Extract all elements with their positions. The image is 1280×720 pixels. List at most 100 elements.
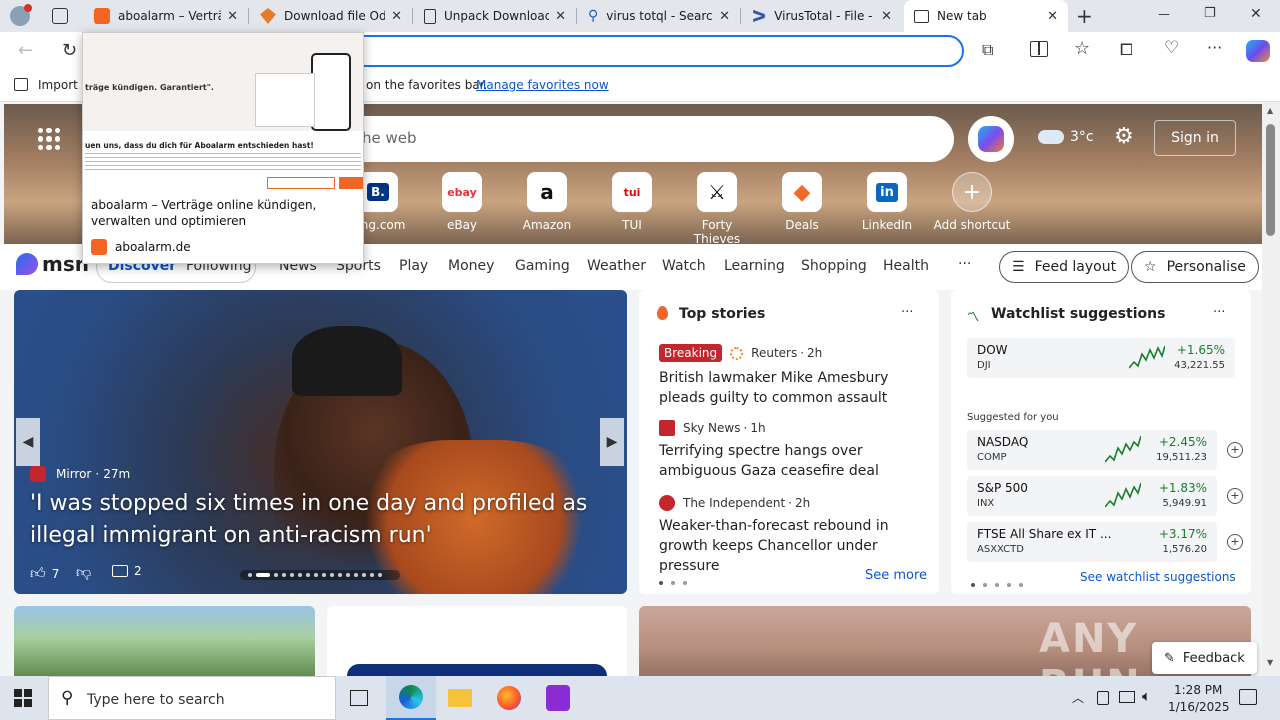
address-bar[interactable] [340,35,964,67]
page-scrollbar[interactable]: ▲ ▼ [1262,102,1280,676]
web-search-box[interactable]: he web [334,116,954,162]
split-screen-icon[interactable] [1030,41,1048,57]
feedback-button[interactable]: ✎ Feedback [1152,642,1257,674]
edge-taskbar-icon[interactable] [386,676,436,720]
tab-unpack-download[interactable]: Unpack Download ✕ [414,0,576,32]
file-explorer-icon[interactable] [448,689,472,707]
windows-start-icon[interactable] [14,689,32,707]
refresh-icon[interactable]: ↻ [62,40,77,61]
close-icon[interactable]: ✕ [881,9,892,24]
firefox-icon[interactable] [497,686,521,710]
clock-date[interactable]: 1/16/2025 [1168,700,1230,714]
personalise-button[interactable]: ☆ Personalise [1131,251,1259,283]
sign-in-button[interactable]: Sign in [1154,120,1236,156]
nav-learning[interactable]: Learning [724,258,785,274]
back-icon[interactable]: ← [18,40,33,61]
restore-button[interactable]: ❐ [1204,6,1216,21]
close-icon[interactable]: ✕ [555,9,566,24]
shortcut-add[interactable]: + Add shortcut [932,172,1012,232]
notification-icon[interactable] [1239,689,1257,705]
tab-hover-preview[interactable]: träge kündigen. Garantiert". uen uns, da… [82,32,364,264]
copilot-button[interactable] [968,116,1014,162]
shortcut-forty-thieves[interactable]: ⚔ Forty Thieves [677,172,757,246]
nav-health[interactable]: Health [883,258,929,274]
close-icon[interactable]: ✕ [227,9,238,24]
apps-launcher-icon[interactable] [38,128,60,150]
scroll-up-icon[interactable]: ▲ [1267,106,1273,115]
story-card[interactable] [14,606,315,676]
feature-headline[interactable]: 'I was stopped six times in one day and … [30,488,610,552]
add-to-watchlist-icon[interactable]: + [1227,488,1243,504]
msn-logo[interactable]: msn [16,252,89,276]
tab-download-file[interactable]: Download file Odi ✕ [250,0,412,32]
featured-story-card[interactable]: ◀ ▶ Mirror · 27m 'I was stopped six times … [14,290,627,594]
pager-dots[interactable] [659,574,695,589]
task-view-icon[interactable] [350,690,368,706]
add-to-watchlist-icon[interactable]: + [1227,534,1243,550]
more-options-icon[interactable]: ··· [1213,305,1225,320]
story-headline[interactable]: Weaker-than-forecast rebound in growth k… [659,516,925,576]
profile-avatar[interactable] [10,4,32,26]
collections-icon[interactable]: ⧠ [1120,40,1133,60]
see-watchlist-link[interactable]: See watchlist suggestions [1080,570,1236,584]
tab-new-tab[interactable]: New tab ✕ [904,0,1068,32]
watchlist-row[interactable]: NASDAQ COMP +2.45% 19,511.23 + [967,430,1243,470]
watchlist-row[interactable]: DOW DJI +1.65% 43,221.55 [967,338,1235,378]
nav-watch[interactable]: Watch [662,258,706,274]
close-icon[interactable]: ✕ [719,9,730,24]
import-favorites-label[interactable]: Import f [38,78,86,92]
nav-more-icon[interactable]: ··· [958,256,971,272]
comments-button[interactable]: 2 [112,564,142,578]
scroll-down-icon[interactable]: ▼ [1267,658,1273,667]
pager-dots[interactable] [971,576,1031,591]
browser-essentials-icon[interactable]: ♡ [1164,38,1179,58]
tab-aboalarm[interactable]: aboalarm – Verträg ✕ [84,0,248,32]
nav-money[interactable]: Money [448,258,494,274]
story-headline[interactable]: British lawmaker Mike Amesbury pleads gu… [659,368,925,408]
tab-actions-icon[interactable] [52,8,68,24]
like-button[interactable]: 👍︎ 7 [30,564,59,583]
watchlist-row[interactable]: FTSE All Share ex IT ... ASXXCTD +3.17% … [967,522,1243,562]
manage-favorites-link[interactable]: Manage favorites now [476,78,609,92]
extensions-icon[interactable]: ⧉ [982,40,993,60]
shortcut-linkedin[interactable]: in LinkedIn [847,172,927,232]
add-to-watchlist-icon[interactable]: + [1227,442,1243,458]
next-arrow-icon[interactable]: ▶ [600,418,624,466]
device-icon[interactable] [1097,691,1109,705]
clock-time[interactable]: 1:28 PM [1174,683,1222,697]
story-headline[interactable]: Terrifying spectre hangs over ambiguous … [659,441,925,481]
shortcut-tui[interactable]: tui TUI [592,172,672,232]
new-tab-button[interactable]: + [1076,4,1093,28]
more-options-icon[interactable]: ··· [901,305,913,320]
tab-virus-search[interactable]: ⚲ virus totql - Search ✕ [578,0,740,32]
shortcut-amazon[interactable]: a Amazon [507,172,587,232]
shortcut-ebay[interactable]: ebay eBay [422,172,502,232]
weather-temp[interactable]: 3°c [1070,129,1094,145]
close-icon[interactable]: ✕ [391,9,402,24]
minimize-button[interactable]: — [1158,7,1170,21]
settings-gear-icon[interactable]: ⚙ [1114,124,1134,149]
thumbs-down-icon[interactable]: 👎︎ [76,563,91,582]
carousel-dots[interactable] [240,570,400,580]
app-taskbar-icon[interactable] [546,685,570,711]
show-hidden-icons[interactable]: ︿ [1072,689,1084,706]
watchlist-row[interactable]: S&P 500 INX +1.83% 5,949.91 + [967,476,1243,516]
network-icon[interactable] [1119,691,1135,703]
nav-shopping[interactable]: Shopping [801,258,867,274]
nav-weather[interactable]: Weather [587,258,646,274]
prev-arrow-icon[interactable]: ◀ [16,418,40,466]
story-card[interactable] [327,606,627,676]
nav-play[interactable]: Play [399,258,428,274]
feed-layout-button[interactable]: ☰ Feed layout [999,251,1130,283]
scroll-thumb[interactable] [1266,124,1275,236]
nav-gaming[interactable]: Gaming [515,258,570,274]
window-close-button[interactable]: ✕ [1250,6,1262,22]
see-more-link[interactable]: See more [865,568,927,583]
copilot-icon[interactable] [1246,40,1270,62]
tab-virustotal[interactable]: ᐳ VirusTotal - File - 4 ✕ [742,0,902,32]
volume-icon[interactable]: 🔈︎ [1142,687,1151,705]
taskbar-search-box[interactable]: ⚲ Type here to search [48,676,336,720]
settings-more-icon[interactable]: ··· [1207,38,1222,57]
close-icon[interactable]: ✕ [1047,9,1058,24]
shortcut-deals[interactable]: ◆ Deals [762,172,842,232]
